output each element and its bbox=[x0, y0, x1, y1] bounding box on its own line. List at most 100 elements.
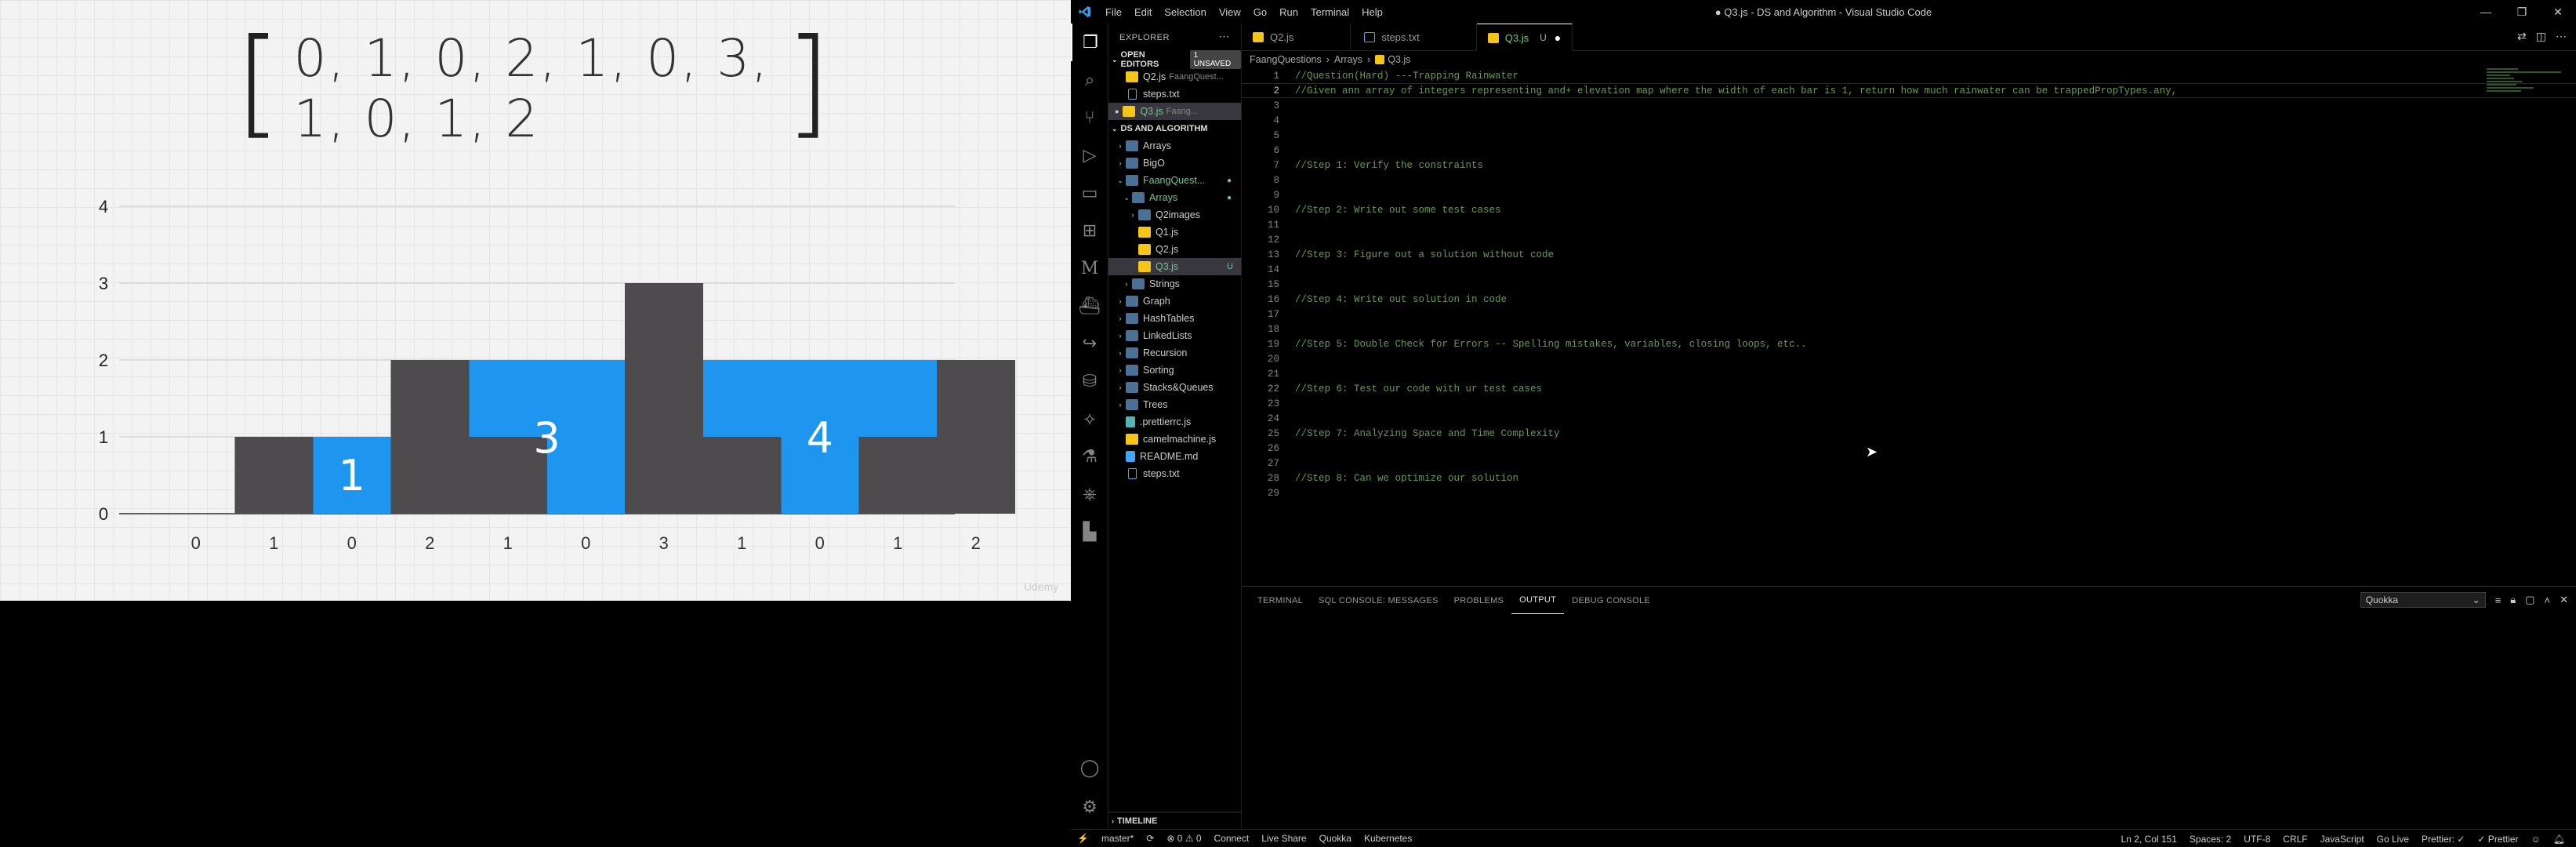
menu-edit[interactable]: Edit bbox=[1128, 6, 1158, 18]
tree-item-label: Arrays bbox=[1143, 140, 1172, 151]
timeline-header[interactable]: › TIMELINE bbox=[1108, 812, 1242, 829]
explorer-icon[interactable]: ❐ bbox=[1071, 24, 1108, 61]
tab-Q2-js[interactable]: Q2.js bbox=[1242, 24, 1351, 51]
output-channel-select[interactable]: Quokka ⌄ bbox=[2360, 592, 2486, 608]
status-item[interactable]: Kubernetes bbox=[1358, 833, 1418, 844]
compare-icon[interactable]: ⇄ bbox=[2517, 30, 2527, 43]
graphql-icon[interactable]: ⟡ bbox=[1071, 400, 1108, 438]
minimize-button[interactable]: — bbox=[2468, 0, 2504, 24]
folder-item[interactable]: › HashTables bbox=[1108, 310, 1241, 327]
file-item[interactable]: Q3.js U bbox=[1108, 258, 1241, 275]
menu-go[interactable]: Go bbox=[1247, 6, 1273, 18]
live-share-icon[interactable]: ↪ bbox=[1071, 325, 1108, 362]
search-icon[interactable]: ⌕ bbox=[1071, 61, 1108, 99]
status-item[interactable]: ✓ Prettier bbox=[2471, 834, 2524, 845]
menu-run[interactable]: Run bbox=[1273, 6, 1304, 18]
breadcrumb-item[interactable]: FaangQuestions bbox=[1250, 54, 1322, 65]
kubernetes-icon[interactable]: ⎈ bbox=[1071, 475, 1108, 513]
folder-item[interactable]: ⌄ Arrays ● bbox=[1108, 189, 1241, 206]
tab-Q3-js[interactable]: Q3.js U ● bbox=[1476, 24, 1573, 51]
open-editors-header[interactable]: ⌄ OPEN EDITORS 1 UNSAVED bbox=[1108, 50, 1241, 69]
breadcrumb-item[interactable]: Q3.js bbox=[1388, 54, 1410, 65]
docker-icon[interactable]: ⛴ bbox=[1071, 287, 1108, 325]
status-item[interactable]: JavaScript bbox=[2314, 834, 2371, 845]
status-item[interactable]: Quokka bbox=[1313, 833, 1358, 844]
clear-output-icon[interactable]: ≡ bbox=[2495, 594, 2502, 606]
test-icon[interactable]: ⚗ bbox=[1071, 438, 1108, 475]
folder-item[interactable]: › Q2images bbox=[1108, 206, 1241, 224]
folder-item[interactable]: › Recursion bbox=[1108, 344, 1241, 362]
run-debug-icon[interactable]: ▷ bbox=[1071, 136, 1108, 174]
panel-tab-output[interactable]: OUTPUT bbox=[1511, 587, 1565, 614]
split-editor-icon[interactable]: ◫ bbox=[2536, 30, 2546, 43]
folder-item[interactable]: › BigO bbox=[1108, 154, 1241, 172]
close-button[interactable]: ✕ bbox=[2540, 0, 2576, 24]
menu-view[interactable]: View bbox=[1213, 6, 1247, 18]
folder-item[interactable]: › Stacks&Queues bbox=[1108, 379, 1241, 396]
status-item[interactable]: Ln 2, Col 151 bbox=[2115, 834, 2183, 845]
folder-item[interactable]: › LinkedLists bbox=[1108, 327, 1241, 344]
untracked-badge: U bbox=[1540, 32, 1547, 43]
status-item[interactable]: Spaces: 2 bbox=[2183, 834, 2237, 845]
open-editor-item[interactable]: Q2.js FaangQuest... bbox=[1108, 68, 1241, 85]
database-icon[interactable]: ⛁ bbox=[1071, 362, 1108, 400]
status-item[interactable]: UTF-8 bbox=[2237, 834, 2277, 845]
file-item[interactable]: Q1.js bbox=[1108, 224, 1241, 241]
file-item[interactable]: Q2.js bbox=[1108, 241, 1241, 258]
markdown-icon[interactable]: M bbox=[1071, 249, 1108, 287]
open-in-editor-icon[interactable]: ▢ bbox=[2525, 594, 2534, 606]
folder-item[interactable]: › Trees bbox=[1108, 396, 1241, 413]
feedback-icon[interactable]: ☺ bbox=[2525, 834, 2547, 845]
status-item[interactable]: Go Live bbox=[2371, 834, 2415, 845]
account-icon[interactable]: ◯ bbox=[1071, 749, 1108, 787]
maximize-panel-icon[interactable]: ˄ bbox=[2545, 594, 2551, 606]
lock-icon[interactable]: 🔒︎ bbox=[2510, 594, 2516, 606]
extensions-icon[interactable]: ⊞ bbox=[1071, 212, 1108, 249]
status-item[interactable]: ⟳ bbox=[1140, 833, 1160, 844]
settings-gear-icon[interactable]: ⚙ bbox=[1071, 788, 1108, 826]
open-editor-item[interactable]: ● Q3.js Faang... bbox=[1108, 103, 1241, 120]
workspace-header[interactable]: ⌄ DS AND ALGORITHM bbox=[1108, 120, 1241, 137]
breadcrumb-item[interactable]: Arrays bbox=[1334, 54, 1362, 65]
folder-item[interactable]: › Sorting bbox=[1108, 362, 1241, 379]
status-item[interactable]: Connect bbox=[1208, 833, 1256, 844]
status-item[interactable]: Live Share bbox=[1255, 833, 1312, 844]
file-item[interactable]: .prettierrc.js bbox=[1108, 413, 1241, 431]
layers-icon[interactable]: ▙ bbox=[1071, 513, 1108, 551]
panel-tab-debug-console[interactable]: DEBUG CONSOLE bbox=[1564, 587, 1658, 614]
close-panel-icon[interactable]: ✕ bbox=[2560, 594, 2568, 606]
remote-explorer-icon[interactable]: ▭ bbox=[1071, 174, 1108, 212]
menu-terminal[interactable]: Terminal bbox=[1304, 6, 1355, 18]
folder-item[interactable]: › Arrays bbox=[1108, 137, 1241, 154]
notifications-bell-icon[interactable]: 🔔︎ bbox=[2547, 834, 2571, 845]
panel-tab-terminal[interactable]: TERMINAL bbox=[1250, 587, 1311, 614]
restore-button[interactable]: ❐ bbox=[2504, 0, 2540, 24]
file-item[interactable]: steps.txt bbox=[1108, 465, 1241, 482]
menu-file[interactable]: File bbox=[1099, 6, 1128, 18]
source-control-icon[interactable]: ⑂ bbox=[1071, 99, 1108, 136]
code-editor[interactable]: 1//Question(Hard) ---Trapping Rainwater 2… bbox=[1242, 68, 2576, 586]
tab-steps-txt[interactable]: steps.txt bbox=[1351, 24, 1477, 51]
file-item[interactable]: camelmachine.js bbox=[1108, 431, 1241, 448]
chevron-down-icon: ⌄ bbox=[1117, 176, 1123, 184]
panel-tab-sql-console-messages[interactable]: SQL CONSOLE: MESSAGES bbox=[1311, 587, 1446, 614]
md-icon bbox=[1126, 451, 1135, 462]
folder-item[interactable]: › Strings bbox=[1108, 275, 1241, 293]
more-actions-icon[interactable]: ⋯ bbox=[1219, 30, 1231, 43]
panel-tab-problems[interactable]: PROBLEMS bbox=[1446, 587, 1512, 614]
open-editor-item[interactable]: steps.txt bbox=[1108, 85, 1241, 103]
menu-help[interactable]: Help bbox=[1355, 6, 1389, 18]
menu-selection[interactable]: Selection bbox=[1158, 6, 1212, 18]
water-block bbox=[858, 360, 938, 437]
file-item[interactable]: README.md bbox=[1108, 448, 1241, 465]
status-item[interactable]: master* bbox=[1095, 833, 1140, 844]
status-item[interactable]: ⊗ 0 ⚠ 0 bbox=[1160, 833, 1207, 844]
js-file-icon bbox=[1253, 32, 1264, 42]
more-icon[interactable]: ⋯ bbox=[2556, 30, 2567, 43]
status-item[interactable]: ⚡ bbox=[1071, 833, 1095, 844]
folder-item[interactable]: ⌄ FaangQuest... ● bbox=[1108, 172, 1241, 189]
status-item[interactable]: CRLF bbox=[2277, 834, 2313, 845]
unsaved-dot-icon[interactable]: ● bbox=[1555, 31, 1561, 44]
folder-item[interactable]: › Graph bbox=[1108, 293, 1241, 310]
status-item[interactable]: Prettier: ✓ bbox=[2415, 834, 2471, 845]
